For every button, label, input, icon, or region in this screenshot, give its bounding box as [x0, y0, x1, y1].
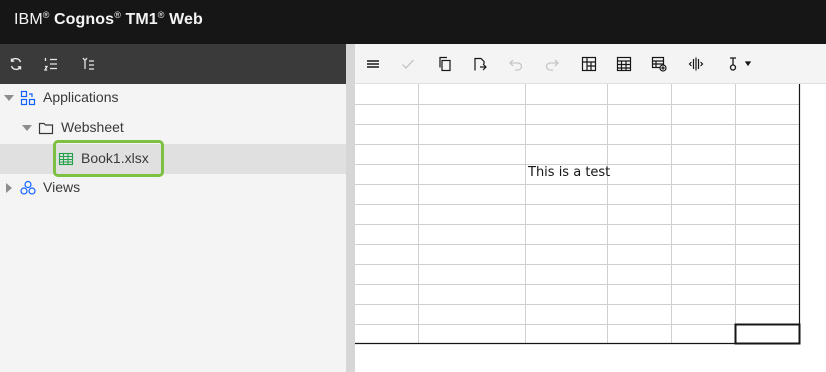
paste-button[interactable] [469, 53, 491, 75]
redo-button[interactable] [541, 53, 563, 75]
brand-tm1: TM1 [125, 11, 158, 28]
list-order-icon [43, 58, 57, 71]
navigator-toolbar [0, 44, 346, 84]
redo-icon [545, 59, 559, 71]
sandbox-dropdown-icon [729, 57, 752, 71]
registered-mark: ® [114, 10, 121, 20]
grid-settings-icon [581, 56, 597, 72]
undo-button[interactable] [505, 53, 527, 75]
table-add-button[interactable] [648, 53, 670, 75]
copy-button[interactable] [434, 53, 456, 75]
applications-icon [20, 90, 36, 106]
table-add-icon [651, 56, 667, 72]
grid-lines [355, 84, 801, 345]
table-icon [616, 56, 632, 72]
paste-icon [474, 57, 487, 71]
websheet-toolbar [355, 44, 826, 84]
grid-settings-button[interactable] [578, 53, 600, 75]
split-columns-icon [688, 57, 704, 71]
app-title: IBM® Cognos® TM1® Web [14, 10, 203, 29]
brand-ibm: IBM [14, 11, 43, 28]
expand-caret-icon[interactable] [6, 183, 12, 193]
expand-caret-icon[interactable] [4, 95, 14, 101]
navigator-tree: Applications Websheet Book1.xlsx Views [0, 84, 346, 372]
active-cell[interactable] [734, 323, 801, 345]
copy-icon [439, 56, 451, 72]
sort-button[interactable] [39, 52, 63, 76]
tree-item-label: Websheet [61, 119, 124, 135]
tree-item-book1[interactable]: Book1.xlsx [0, 144, 346, 174]
expand-caret-icon[interactable] [22, 125, 32, 131]
selection-highlight [53, 140, 164, 177]
websheet-grid[interactable] [355, 84, 826, 372]
refresh-button[interactable] [4, 52, 28, 76]
refresh-icon [10, 57, 22, 71]
sandbox-dropdown-button[interactable] [723, 53, 757, 75]
panel-splitter[interactable] [346, 44, 355, 372]
registered-mark: ® [42, 10, 50, 20]
collapse-tree-icon [82, 57, 94, 70]
collapse-button[interactable] [76, 52, 100, 76]
tree-item-views[interactable]: Views [0, 174, 346, 204]
brand-cognos: Cognos [54, 11, 115, 28]
registered-mark: ® [157, 10, 165, 20]
undo-icon [509, 59, 523, 71]
split-columns-button[interactable] [685, 53, 707, 75]
table-button[interactable] [613, 53, 635, 75]
app-header: IBM® Cognos® TM1® Web [0, 0, 826, 44]
menu-button[interactable] [362, 53, 384, 75]
brand-web: Web [169, 11, 203, 28]
views-icon [20, 180, 36, 195]
folder-icon [38, 122, 54, 135]
menu-icon [367, 60, 379, 68]
cell-value[interactable]: This is a test [528, 165, 610, 180]
tree-item-applications[interactable]: Applications [0, 84, 346, 114]
tree-item-label: Applications [43, 89, 119, 105]
tree-item-websheet[interactable]: Websheet [0, 113, 346, 143]
commit-button[interactable] [397, 53, 419, 75]
commit-check-icon [402, 59, 415, 70]
tree-item-label: Views [43, 179, 81, 195]
